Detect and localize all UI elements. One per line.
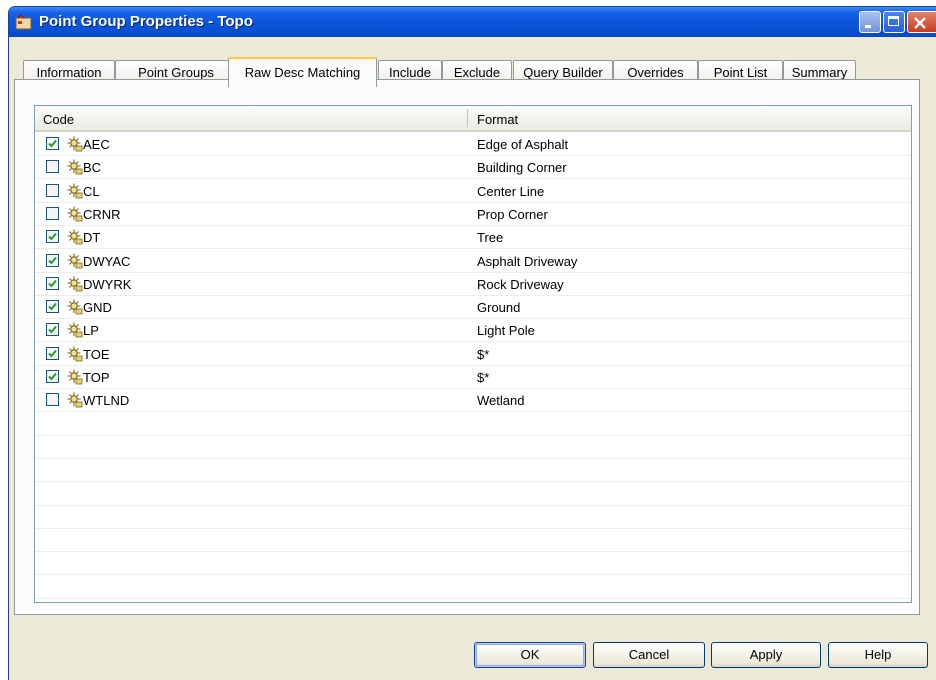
row-code: LP [83, 323, 99, 339]
list-item[interactable]: CL Center Line [35, 180, 911, 203]
empty-row [35, 459, 911, 483]
row-checkbox[interactable] [46, 206, 59, 220]
raw-description-icon [65, 182, 83, 200]
row-code: CL [83, 183, 100, 199]
raw-description-icon [65, 368, 83, 386]
title-bar[interactable]: Point Group Properties - Topo [9, 7, 936, 37]
row-format[interactable]: Ground [477, 300, 520, 315]
row-checkbox[interactable] [46, 346, 59, 360]
close-button[interactable] [907, 11, 936, 33]
list-item[interactable]: DT Tree [35, 226, 911, 250]
row-code: CRNR [83, 206, 121, 222]
list-item[interactable]: GND Ground [35, 296, 911, 320]
list-item[interactable]: DWYAC Asphalt Driveway [35, 250, 911, 273]
row-format[interactable]: Center Line [477, 184, 544, 199]
tab-raw-desc-matching[interactable]: Raw Desc Matching [228, 57, 377, 87]
row-format[interactable]: Edge of Asphalt [477, 137, 568, 152]
list-item[interactable]: TOP $* [35, 366, 911, 389]
row-code: DWYRK [83, 276, 132, 292]
empty-row [35, 529, 911, 553]
row-format[interactable]: Tree [477, 230, 503, 245]
minimize-button[interactable] [859, 11, 881, 33]
close-icon [914, 17, 926, 29]
list-item[interactable]: AEC Edge of Asphalt [35, 133, 911, 156]
list-item[interactable]: TOE $* [35, 343, 911, 366]
empty-row [35, 483, 911, 506]
row-checkbox[interactable] [46, 137, 59, 150]
column-header-format[interactable]: Format [477, 112, 518, 127]
row-checkbox[interactable] [46, 393, 59, 407]
list-header: Code Format [35, 106, 911, 132]
list-item[interactable]: WTLND Wetland [35, 389, 911, 413]
empty-row [35, 552, 911, 576]
raw-description-icon [65, 205, 83, 223]
row-format[interactable]: Asphalt Driveway [477, 254, 577, 269]
column-header-code[interactable]: Code [43, 112, 74, 127]
row-code: DT [83, 230, 101, 246]
cancel-button[interactable]: Cancel [593, 642, 705, 668]
empty-row [35, 576, 911, 599]
raw-description-icon [65, 158, 83, 176]
row-checkbox[interactable] [46, 183, 59, 197]
row-format[interactable]: Building Corner [477, 160, 567, 175]
raw-description-icon [65, 252, 83, 270]
empty-row [35, 506, 911, 529]
raw-description-icon [65, 345, 83, 363]
ok-button[interactable]: OK [474, 642, 586, 668]
help-button[interactable]: Help [828, 642, 928, 668]
row-format[interactable]: Light Pole [477, 323, 535, 338]
column-separator[interactable] [467, 109, 468, 127]
row-code: WTLND [83, 393, 130, 409]
row-checkbox[interactable] [46, 160, 59, 174]
raw-description-icon [65, 298, 83, 316]
row-checkbox[interactable] [46, 230, 59, 244]
row-format[interactable]: Wetland [477, 393, 524, 408]
window-title: Point Group Properties - Topo [39, 13, 253, 30]
row-checkbox[interactable] [46, 300, 59, 314]
empty-row [35, 436, 911, 459]
app-icon [15, 14, 32, 30]
row-code: DWYAC [83, 253, 131, 269]
list-item[interactable]: BC Building Corner [35, 156, 911, 180]
raw-description-icon [65, 321, 83, 339]
apply-button[interactable]: Apply [711, 642, 821, 668]
row-code: AEC [83, 137, 110, 152]
raw-description-icon [65, 228, 83, 246]
list-item[interactable]: LP Light Pole [35, 319, 911, 343]
raw-description-icon [65, 135, 83, 153]
row-checkbox[interactable] [46, 253, 59, 267]
row-checkbox[interactable] [46, 323, 59, 337]
row-code: TOE [83, 346, 110, 362]
empty-row [35, 413, 911, 436]
list-item[interactable]: CRNR Prop Corner [35, 203, 911, 226]
row-code: TOP [83, 370, 110, 385]
row-checkbox[interactable] [46, 370, 59, 383]
row-code: GND [83, 300, 112, 316]
row-checkbox[interactable] [46, 276, 59, 290]
row-code: BC [83, 160, 102, 176]
maximize-button[interactable] [883, 11, 905, 33]
row-format[interactable]: Rock Driveway [477, 277, 564, 292]
row-format[interactable]: $* [477, 347, 489, 362]
raw-desc-list[interactable]: Code Format AEC Edge of Asphalt BC Building… [34, 105, 912, 603]
list-item[interactable]: DWYRK Rock Driveway [35, 273, 911, 296]
row-format[interactable]: $* [477, 370, 489, 385]
raw-description-icon [65, 391, 83, 409]
raw-description-icon [65, 275, 83, 293]
row-format[interactable]: Prop Corner [477, 207, 548, 222]
